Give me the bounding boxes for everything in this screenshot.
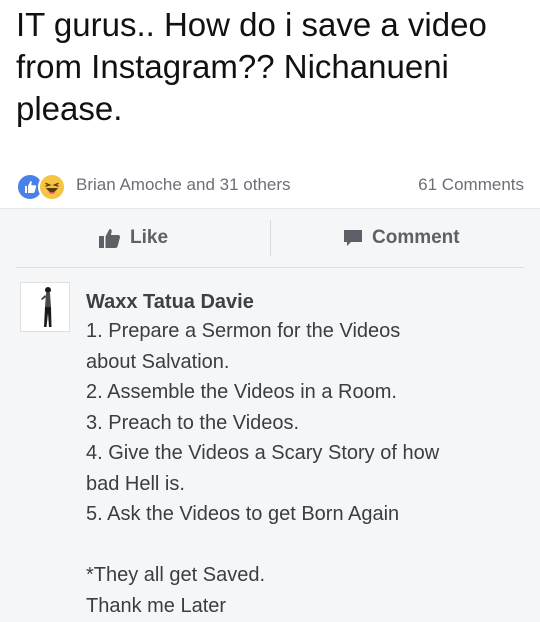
comment-line: about Salvation. [86,350,230,373]
avatar[interactable] [20,282,70,332]
reactions-bar[interactable]: Brian Amoche and 31 others 61 Comments [16,170,524,201]
reaction-icons[interactable] [16,170,78,201]
action-bar: Like Comment [0,208,540,268]
like-button[interactable]: Like [98,222,168,254]
post-text: IT gurus.. How do i save a video from In… [16,6,487,127]
comment-text: 1. Prepare a Sermon for the Videos about… [86,316,526,621]
comment-line: Thank me Later [86,594,227,617]
comment-line: 2. Assemble the Videos in a Room. [86,381,397,403]
comment-line: 4. Give the Videos a Scary Story of how [86,442,440,464]
comment-line: *They all get Saved. [86,564,265,586]
divider [0,208,540,209]
comment-line: 3. Preach to the Videos. [86,411,300,434]
speech-bubble-icon [342,228,364,248]
comment-body: Waxx Tatua Davie 1. Prepare a Sermon for… [86,288,526,621]
thumbs-up-icon [98,227,122,249]
comment-button[interactable]: Comment [342,222,460,254]
comment-line: 5. Ask the Videos to get Born Again [86,503,400,525]
comment-line: bad Hell is. [86,472,185,495]
haha-reaction-icon [38,173,66,201]
reaction-names[interactable]: Brian Amoche and 31 others [76,175,291,195]
comment-label: Comment [372,227,460,248]
post-card: IT gurus.. How do i save a video from In… [0,0,540,208]
comment-count[interactable]: 61 Comments [418,175,524,195]
action-divider [270,220,271,256]
comment-section: Waxx Tatua Davie 1. Prepare a Sermon for… [0,268,540,622]
comment-line: 1. Prepare a Sermon for the Videos [86,320,401,342]
comment-line-blank [86,530,526,561]
comment-author[interactable]: Waxx Tatua Davie [86,288,526,316]
like-label: Like [130,227,169,248]
